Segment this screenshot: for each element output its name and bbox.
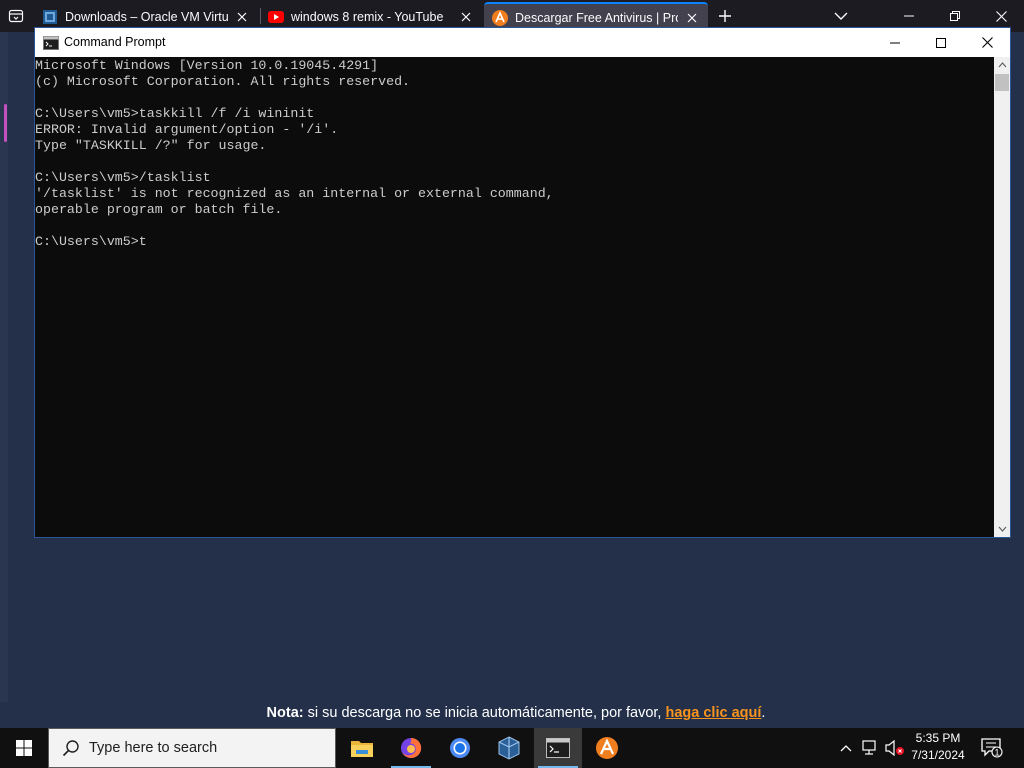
tab-list-button[interactable] xyxy=(0,0,32,32)
network-status-button[interactable] xyxy=(860,728,882,768)
taskbar-command-prompt[interactable] xyxy=(534,728,582,768)
taskbar-virtualbox[interactable] xyxy=(485,728,533,768)
tab-title: windows 8 remix - YouTube xyxy=(291,10,444,24)
note-end: . xyxy=(761,705,766,721)
youtube-icon xyxy=(268,9,284,25)
minimize-icon xyxy=(904,15,914,17)
search-placeholder: Type here to search xyxy=(89,740,218,756)
cmd-title-bar[interactable]: Command Prompt xyxy=(35,28,1010,57)
console-line-prompt[interactable]: C:\Users\vm5>t xyxy=(35,234,994,250)
note-label: Nota: xyxy=(266,705,304,721)
chevron-down-icon xyxy=(834,12,848,20)
click-here-link[interactable]: haga clic aquí xyxy=(666,705,762,721)
taskbar-avast[interactable] xyxy=(583,728,631,768)
tab-list-icon xyxy=(8,9,24,23)
console-line: Microsoft Windows [Version 10.0.19045.42… xyxy=(35,58,379,73)
volume-button[interactable] xyxy=(884,728,906,768)
console-line: (c) Microsoft Corporation. All rights re… xyxy=(35,74,411,89)
new-tab-button[interactable] xyxy=(714,5,736,27)
search-icon xyxy=(61,738,81,758)
restore-icon xyxy=(950,11,960,21)
volume-muted-icon xyxy=(885,740,904,756)
start-button[interactable] xyxy=(0,728,48,768)
cmd-minimize-button[interactable] xyxy=(872,28,918,57)
cmd-window-title: Command Prompt xyxy=(64,35,166,49)
page-accent-bar xyxy=(4,104,7,142)
virtualbox-icon xyxy=(498,736,520,760)
plus-icon xyxy=(719,10,731,22)
console-line: '/tasklist' is not recognized as an inte… xyxy=(35,186,554,201)
browser-page-edge xyxy=(0,32,8,702)
close-icon xyxy=(981,37,993,48)
command-prompt-icon xyxy=(546,738,570,758)
taskbar-clock[interactable]: 5:35 PM 7/31/2024 xyxy=(904,730,972,766)
cmd-close-button[interactable] xyxy=(964,28,1010,57)
notification-icon: 1 xyxy=(981,738,1003,758)
network-icon xyxy=(862,740,876,755)
avast-icon xyxy=(596,737,618,759)
clock-date: 7/31/2024 xyxy=(911,748,965,762)
console-output[interactable]: Microsoft Windows [Version 10.0.19045.42… xyxy=(35,57,994,537)
console-line: operable program or batch file. xyxy=(35,202,283,217)
scroll-thumb[interactable] xyxy=(995,74,1009,91)
clock-time: 5:35 PM xyxy=(915,731,961,745)
firefox-icon xyxy=(401,737,422,758)
chevron-up-icon xyxy=(840,745,852,752)
notification-count: 1 xyxy=(994,748,999,758)
close-tab-icon[interactable] xyxy=(458,9,474,25)
taskbar: Type here to search 5:35 PM 7/31/2024 1 xyxy=(0,728,1024,768)
maximize-icon xyxy=(936,37,946,48)
list-all-tabs-button[interactable] xyxy=(830,5,852,27)
taskbar-file-explorer[interactable] xyxy=(338,728,386,768)
minimize-icon xyxy=(890,42,900,43)
chevron-down-icon xyxy=(998,526,1006,532)
console-line: ERROR: Invalid argument/option - '/i'. xyxy=(35,122,339,137)
taskbar-chrome[interactable] xyxy=(436,728,484,768)
windows-logo-icon xyxy=(16,740,32,756)
tab-title: Descargar Free Antivirus | Protección xyxy=(515,11,678,25)
chevron-up-icon xyxy=(998,62,1006,68)
show-hidden-icons-button[interactable] xyxy=(836,728,856,768)
note-text: si su descarga no se inicia automáticame… xyxy=(303,705,666,721)
close-tab-icon[interactable] xyxy=(684,10,700,26)
console-line: C:\Users\vm5>taskkill /f /i wininit xyxy=(35,106,315,121)
taskbar-search-box[interactable]: Type here to search xyxy=(48,728,336,768)
download-note: Nota: si su descarga no se inicia automá… xyxy=(8,701,1024,727)
console-scrollbar[interactable] xyxy=(994,57,1010,537)
file-explorer-icon xyxy=(351,741,373,757)
scroll-up-button[interactable] xyxy=(994,57,1010,73)
notification-center-button[interactable]: 1 xyxy=(980,728,1004,768)
close-icon xyxy=(995,10,1007,22)
chrome-icon xyxy=(450,738,470,758)
tab-title: Downloads – Oracle VM VirtualBox xyxy=(65,10,228,24)
console-line: C:\Users\vm5>/tasklist xyxy=(35,170,211,185)
console-line: Type "TASKKILL /?" for usage. xyxy=(35,138,267,153)
avast-icon xyxy=(492,10,508,26)
command-prompt-window[interactable]: Command Prompt Microsoft Windows [Versio… xyxy=(34,27,1011,538)
scroll-down-button[interactable] xyxy=(994,521,1010,537)
virtualbox-icon xyxy=(42,9,58,25)
cmd-maximize-button[interactable] xyxy=(918,28,964,57)
close-tab-icon[interactable] xyxy=(234,9,250,25)
command-prompt-icon xyxy=(43,36,59,50)
taskbar-firefox[interactable] xyxy=(387,728,435,768)
